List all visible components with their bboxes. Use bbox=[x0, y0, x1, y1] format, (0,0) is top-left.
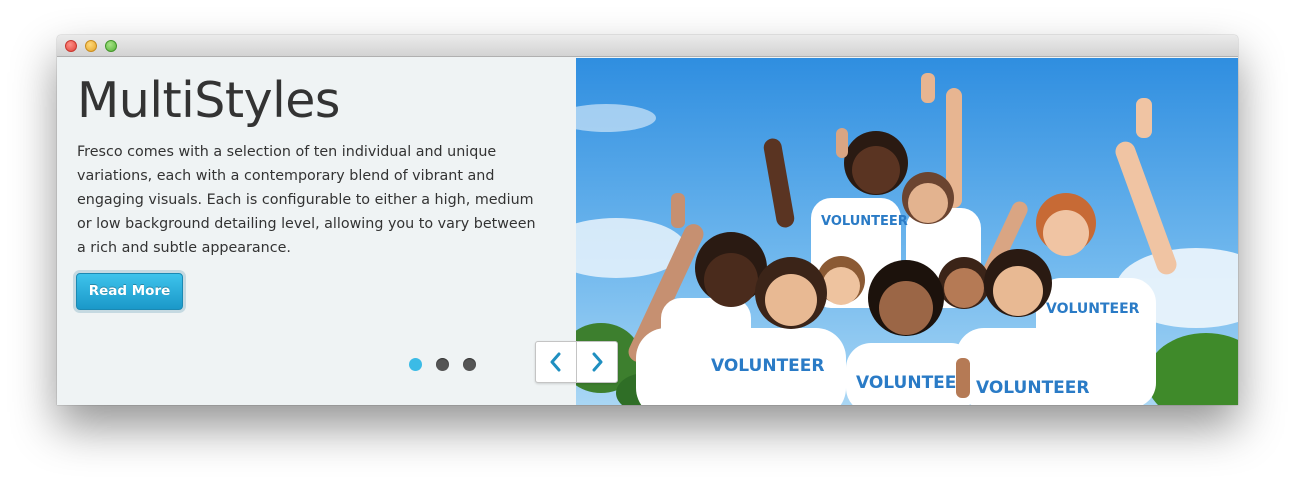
chevron-right-icon bbox=[592, 352, 603, 372]
svg-text:VOLUNTEER: VOLUNTEER bbox=[1046, 301, 1140, 317]
svg-text:VOLUNTEER: VOLUNTEER bbox=[821, 214, 908, 229]
slide-description: Fresco comes with a selection of ten ind… bbox=[77, 144, 536, 256]
next-slide-button[interactable] bbox=[577, 342, 618, 382]
window-titlebar bbox=[57, 35, 1238, 57]
pagination-dot-3[interactable] bbox=[463, 358, 476, 371]
svg-text:VOLUNTEER: VOLUNTEER bbox=[856, 373, 969, 393]
pagination-dot-2[interactable] bbox=[436, 358, 449, 371]
slide-image-volunteers: VOLUNTEER VOLUNTEER VOLUNTEER VOLUNTEER … bbox=[576, 58, 1238, 405]
chevron-left-icon bbox=[550, 352, 561, 372]
read-more-button[interactable]: Read More bbox=[76, 273, 183, 310]
minimize-window-button[interactable] bbox=[85, 40, 97, 52]
svg-text:VOLUNTEER: VOLUNTEER bbox=[711, 356, 824, 376]
maximize-window-button[interactable] bbox=[105, 40, 117, 52]
slide-title: MultiStyles bbox=[77, 72, 340, 129]
prev-slide-button[interactable] bbox=[536, 342, 577, 382]
slider-navigation bbox=[535, 341, 618, 383]
slide-content-panel: MultiStyles Fresco comes with a selectio… bbox=[57, 58, 576, 405]
svg-text:VOLUNTEER: VOLUNTEER bbox=[976, 378, 1089, 398]
browser-window: MultiStyles Fresco comes with a selectio… bbox=[57, 35, 1238, 405]
pagination-dot-1[interactable] bbox=[409, 358, 422, 371]
close-window-button[interactable] bbox=[65, 40, 77, 52]
